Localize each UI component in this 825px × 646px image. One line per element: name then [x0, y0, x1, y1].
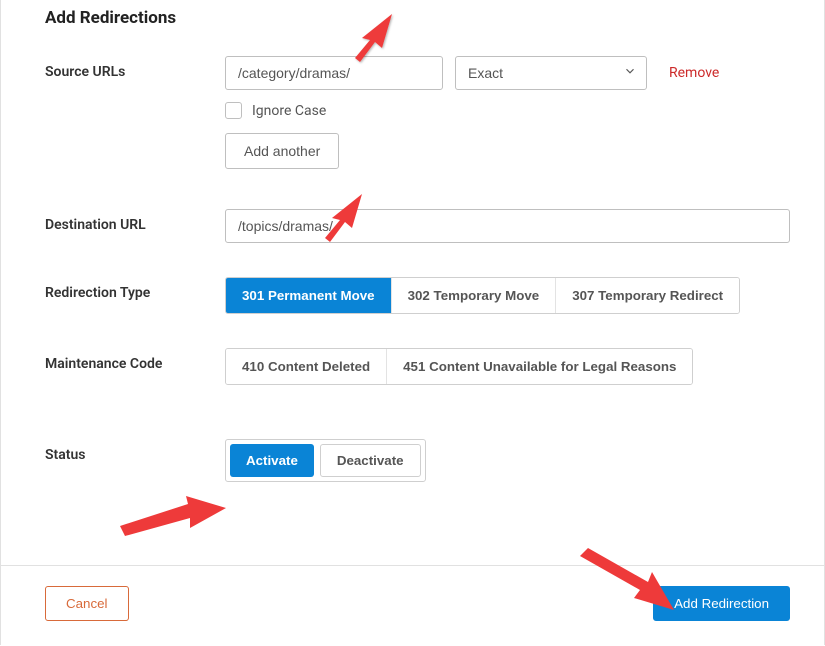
status-group: Activate Deactivate — [225, 439, 426, 482]
add-another-button[interactable]: Add another — [225, 133, 339, 169]
redirection-type-label: Redirection Type — [45, 277, 225, 314]
redirect-307-button[interactable]: 307 Temporary Redirect — [556, 278, 739, 313]
deactivate-button[interactable]: Deactivate — [320, 444, 421, 477]
page-title: Add Redirections — [45, 8, 790, 28]
destination-url-input[interactable] — [225, 209, 790, 243]
destination-label: Destination URL — [45, 209, 225, 243]
redirect-301-button[interactable]: 301 Permanent Move — [226, 278, 392, 313]
source-label: Source URLs — [45, 56, 225, 169]
maintenance-451-button[interactable]: 451 Content Unavailable for Legal Reason… — [387, 349, 692, 384]
maintenance-label: Maintenance Code — [45, 348, 225, 385]
maintenance-group: 410 Content Deleted 451 Content Unavaila… — [225, 348, 693, 385]
remove-link[interactable]: Remove — [669, 65, 719, 81]
redirect-302-button[interactable]: 302 Temporary Move — [392, 278, 557, 313]
redirection-type-group: 301 Permanent Move 302 Temporary Move 30… — [225, 277, 740, 314]
cancel-button[interactable]: Cancel — [45, 586, 129, 621]
status-label: Status — [45, 439, 225, 482]
ignore-case-label: Ignore Case — [252, 103, 326, 119]
maintenance-410-button[interactable]: 410 Content Deleted — [226, 349, 387, 384]
ignore-case-checkbox[interactable] — [225, 102, 242, 119]
match-type-select[interactable]: Exact — [455, 56, 647, 90]
add-redirection-button[interactable]: Add Redirection — [653, 586, 790, 621]
activate-button[interactable]: Activate — [230, 444, 314, 477]
source-url-input[interactable] — [225, 56, 443, 90]
